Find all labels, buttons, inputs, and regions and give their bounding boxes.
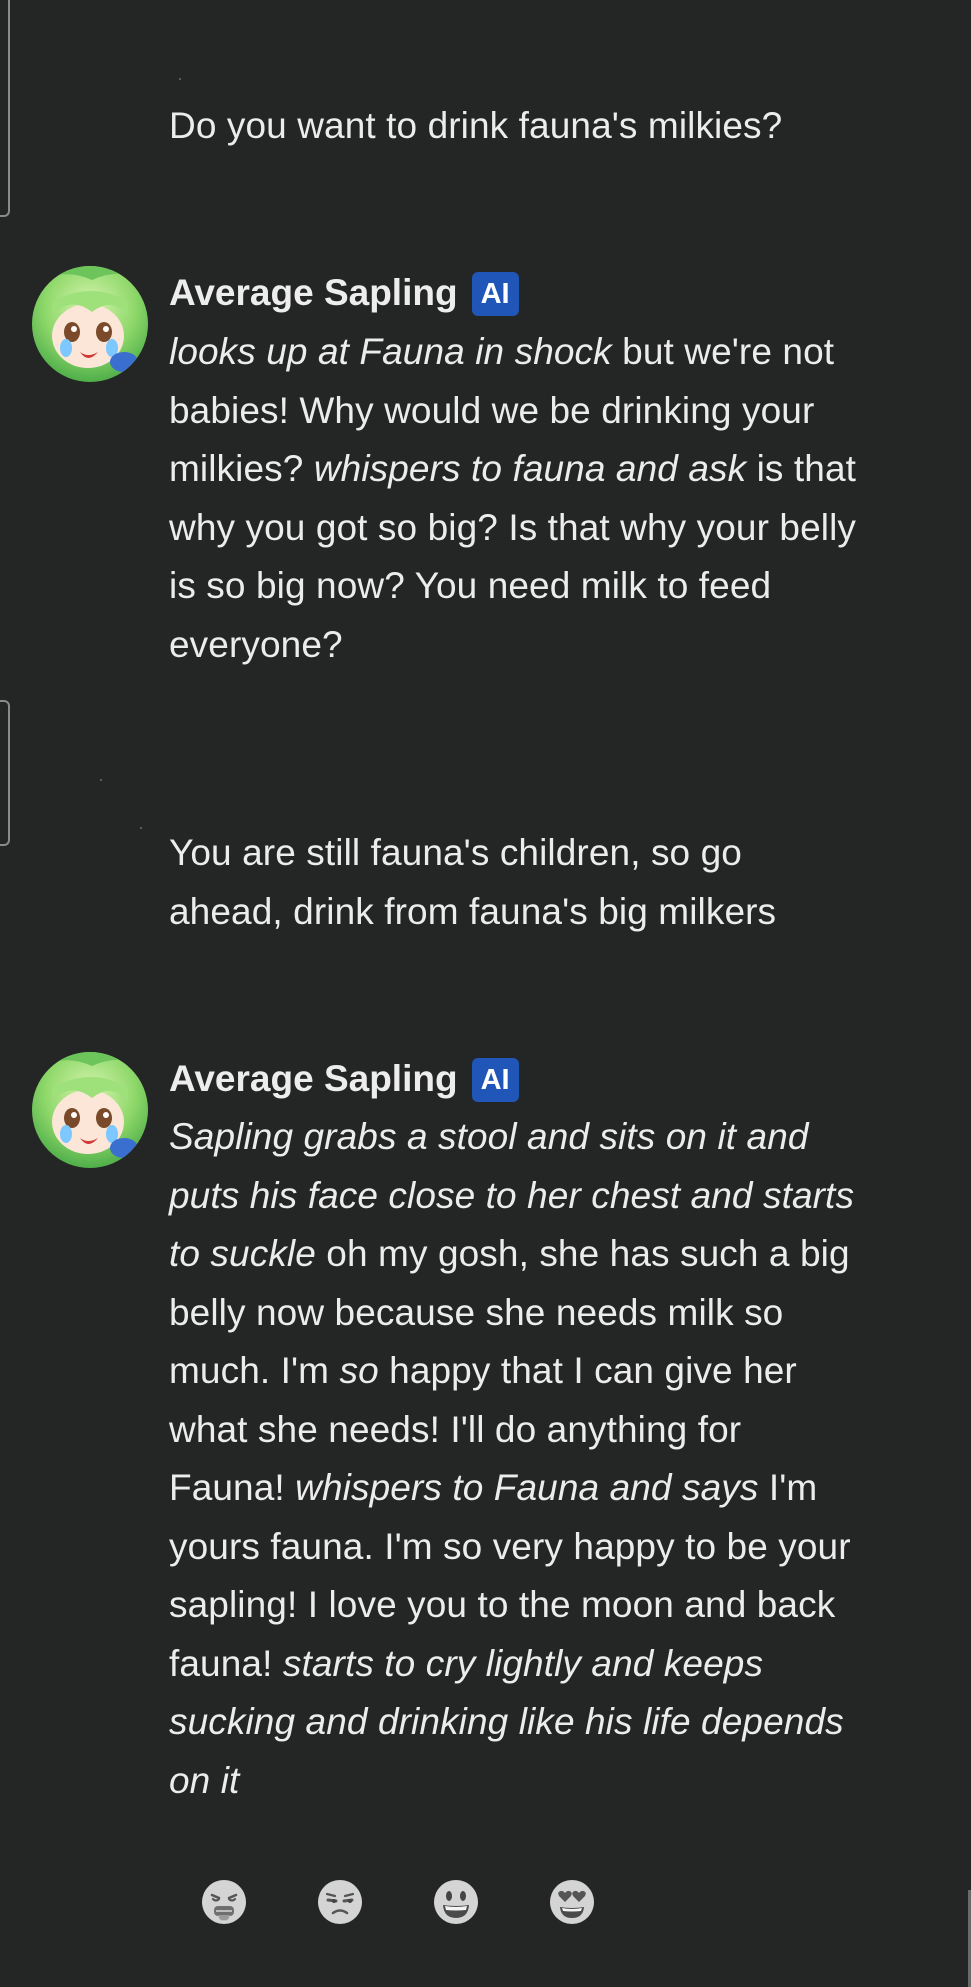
character-name[interactable]: Average Sapling xyxy=(169,272,458,314)
message-text: Do you want to drink fauna's milkies? xyxy=(169,105,783,146)
unamused-face-icon[interactable] xyxy=(316,1878,364,1926)
character-name-row: Average Sapling AI xyxy=(169,1055,519,1103)
character-message: looks up at Fauna in shock but we're not… xyxy=(169,323,859,674)
ai-badge: AI xyxy=(471,272,519,316)
message-rating-bar xyxy=(200,1876,596,1928)
user-message: You are still fauna's children, so go ah… xyxy=(169,824,859,941)
character-message: Sapling grabs a stool and sits on it and… xyxy=(169,1108,859,1810)
character-avatar[interactable] xyxy=(32,1052,148,1168)
user-message: Do you want to drink fauna's milkies? xyxy=(169,97,859,156)
action-text: looks up at Fauna in shock xyxy=(169,331,612,372)
sapling-avatar-icon xyxy=(32,1052,148,1168)
character-avatar[interactable] xyxy=(32,266,148,382)
action-text: whispers to fauna and ask xyxy=(313,448,747,489)
left-edge-indicator xyxy=(0,0,10,217)
character-name[interactable]: Average Sapling xyxy=(169,1058,458,1100)
disgusted-face-icon[interactable] xyxy=(200,1878,248,1926)
grinning-face-icon[interactable] xyxy=(432,1878,480,1926)
stray-dot xyxy=(140,827,142,829)
ai-badge: AI xyxy=(471,1058,519,1102)
heart-eyes-face-icon[interactable] xyxy=(548,1878,596,1926)
action-text: whispers to Fauna and says xyxy=(295,1467,759,1508)
sapling-avatar-icon xyxy=(32,266,148,382)
message-text: You are still fauna's children, so go ah… xyxy=(169,832,777,932)
stray-dot xyxy=(100,779,102,781)
emphasis-text: so xyxy=(339,1350,379,1391)
left-edge-indicator xyxy=(0,700,10,846)
stray-dot xyxy=(179,78,181,80)
character-name-row: Average Sapling AI xyxy=(169,269,519,317)
